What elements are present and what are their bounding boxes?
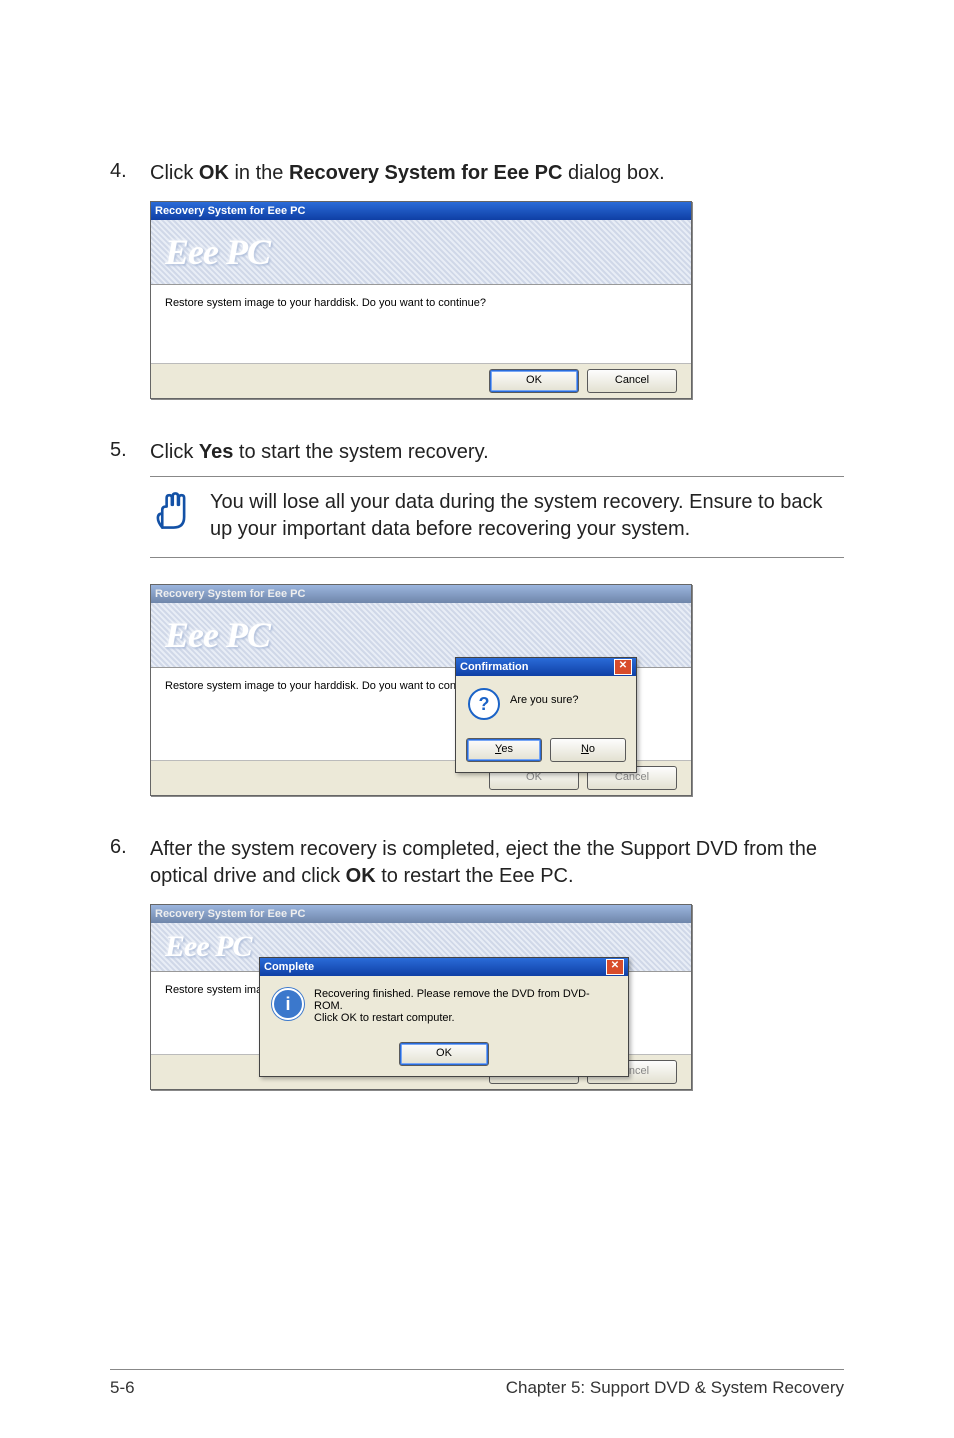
dialog-confirmation: Confirmation ✕ ? Are you sure? Yes No — [455, 657, 637, 773]
complete-titlebar: Complete ✕ — [260, 958, 628, 976]
text-fragment: Click — [150, 162, 199, 184]
dialog-title: Recovery System for Eee PC — [155, 202, 305, 220]
dialog-banner: Eee PC — [151, 220, 691, 285]
dialog-button-row: OK Cancel — [151, 363, 691, 398]
page-number: 5-6 — [110, 1378, 135, 1398]
confirmation-body: ? Are you sure? — [456, 676, 636, 734]
text-fragment: Click — [150, 441, 199, 463]
eee-pc-logo: Eee PC — [165, 614, 270, 656]
step-4-text: Click OK in the Recovery System for Eee … — [150, 160, 844, 187]
dialog-title: Recovery System for Eee PC — [155, 905, 305, 923]
close-icon[interactable]: ✕ — [614, 659, 632, 675]
eee-pc-logo: Eee PC — [165, 231, 270, 273]
dialog-titlebar-inactive: Recovery System for Eee PC — [151, 905, 691, 923]
confirmation-titlebar: Confirmation ✕ — [456, 658, 636, 676]
info-icon: i — [272, 988, 304, 1020]
complete-line1: Recovering finished. Please remove the D… — [314, 988, 612, 1012]
step-4: 4. Click OK in the Recovery System for E… — [110, 160, 844, 187]
dialog-body-text: Restore system image to your harddisk. D… — [165, 297, 486, 309]
text-bold: Recovery System for Eee PC — [289, 162, 562, 184]
complete-title: Complete — [264, 958, 314, 976]
confirmation-button-row: Yes No — [456, 734, 636, 772]
text-fragment: in the — [229, 162, 289, 184]
step-6-text: After the system recovery is completed, … — [150, 836, 844, 890]
eee-pc-logo: Eee PC — [165, 930, 251, 964]
yes-button[interactable]: Yes — [466, 738, 542, 762]
note-text: You will lose all your data during the s… — [210, 489, 844, 543]
dialog-body-text: Restore system image to your harddisk. D… — [165, 680, 486, 692]
text-fragment: dialog box. — [562, 162, 664, 184]
step-5-text: Click Yes to start the system recovery. — [150, 439, 844, 466]
text-bold: OK — [346, 865, 376, 887]
hand-icon — [150, 489, 192, 531]
dialog-complete: Complete ✕ i Recovering finished. Please… — [259, 957, 629, 1077]
dialog-body-text-truncated: Restore system ima — [165, 984, 262, 996]
text-bold: OK — [199, 162, 229, 184]
step-6: 6. After the system recovery is complete… — [110, 836, 844, 890]
text-fragment: to restart the Eee PC. — [376, 865, 574, 887]
complete-text: Recovering finished. Please remove the D… — [314, 988, 612, 1024]
dialog-body: Restore system image to your harddisk. D… — [151, 285, 691, 363]
close-icon[interactable]: ✕ — [606, 959, 624, 975]
question-icon: ? — [468, 688, 500, 720]
confirmation-title: Confirmation — [460, 658, 528, 676]
page-footer: 5-6 Chapter 5: Support DVD & System Reco… — [110, 1369, 844, 1398]
dialog-recovery-step6: Recovery System for Eee PC Eee PC Restor… — [150, 904, 692, 1090]
text-bold: Yes — [199, 441, 233, 463]
step-4-number: 4. — [110, 160, 150, 187]
chapter-title: Chapter 5: Support DVD & System Recovery — [506, 1378, 844, 1398]
dialog-titlebar: Recovery System for Eee PC — [151, 202, 691, 220]
confirmation-text: Are you sure? — [510, 688, 578, 706]
complete-body: i Recovering finished. Please remove the… — [260, 976, 628, 1038]
ok-button[interactable]: OK — [489, 369, 579, 393]
complete-line2: Click OK to restart computer. — [314, 1012, 612, 1024]
dialog-recovery-step4: Recovery System for Eee PC Eee PC Restor… — [150, 201, 692, 399]
step-5: 5. Click Yes to start the system recover… — [110, 439, 844, 466]
no-button[interactable]: No — [550, 738, 626, 762]
dialog-titlebar-inactive: Recovery System for Eee PC — [151, 585, 691, 603]
complete-button-row: OK — [260, 1038, 628, 1076]
note-box: You will lose all your data during the s… — [150, 476, 844, 558]
dialog-recovery-step5: Recovery System for Eee PC Eee PC Restor… — [150, 584, 692, 796]
text-fragment: to start the system recovery. — [233, 441, 488, 463]
ok-button[interactable]: OK — [399, 1042, 489, 1066]
cancel-button[interactable]: Cancel — [587, 369, 677, 393]
step-5-number: 5. — [110, 439, 150, 466]
dialog-title: Recovery System for Eee PC — [155, 585, 305, 603]
step-6-number: 6. — [110, 836, 150, 890]
